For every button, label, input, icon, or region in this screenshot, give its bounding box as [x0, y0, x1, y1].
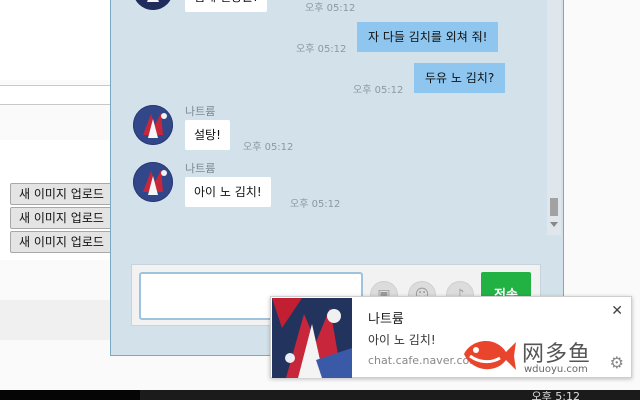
watermark-logo: 网多鱼 wduoyu.com: [462, 330, 632, 378]
message-bubble-mine: 두유 노 김치?: [414, 63, 506, 93]
message-time: 오후 05:12: [290, 199, 341, 210]
scrollbar-thumb[interactable]: [550, 198, 558, 216]
avatar[interactable]: [133, 105, 173, 145]
avatar[interactable]: [133, 162, 173, 202]
close-icon[interactable]: ✕: [611, 303, 623, 319]
fish-logo-icon: [464, 340, 516, 370]
message-time: 오후 05:12: [305, 3, 356, 14]
notification-message: 아이 노 김치!: [368, 333, 436, 347]
message-time: 오후 05:12: [296, 44, 347, 55]
sender-name: 나트륨: [185, 162, 216, 175]
watermark-url: wduoyu.com: [524, 364, 588, 375]
background-input[interactable]: [0, 85, 118, 105]
message-bubble: 쉽게 설탕을!: [185, 0, 267, 12]
taskbar: 오후 5:12: [0, 390, 640, 400]
notification-avatar: [272, 298, 352, 378]
message-time: 오후 05:12: [353, 85, 404, 96]
message-bubble: 설탕!: [185, 120, 230, 150]
chat-scrollbar[interactable]: [547, 0, 561, 235]
notification-title: 나트륨: [368, 312, 404, 327]
chat-message-list: 쉽게 설탕을! 오후 05:12 오후 05:12 자 다들 김치를 외쳐 줘!…: [111, 0, 551, 235]
message-time: 오후 05:12: [243, 142, 294, 153]
taskbar-start-area: [0, 390, 140, 400]
scroll-down-icon[interactable]: [550, 222, 558, 227]
avatar[interactable]: [133, 0, 173, 10]
message-bubble-mine: 자 다들 김치를 외쳐 줘!: [357, 22, 499, 52]
background-panel: [0, 0, 120, 80]
sender-name: 나트륨: [185, 105, 216, 118]
message-bubble: 아이 노 김치!: [185, 177, 271, 207]
background-panel: [0, 300, 120, 340]
taskbar-clock: 오후 5:12: [531, 390, 580, 400]
